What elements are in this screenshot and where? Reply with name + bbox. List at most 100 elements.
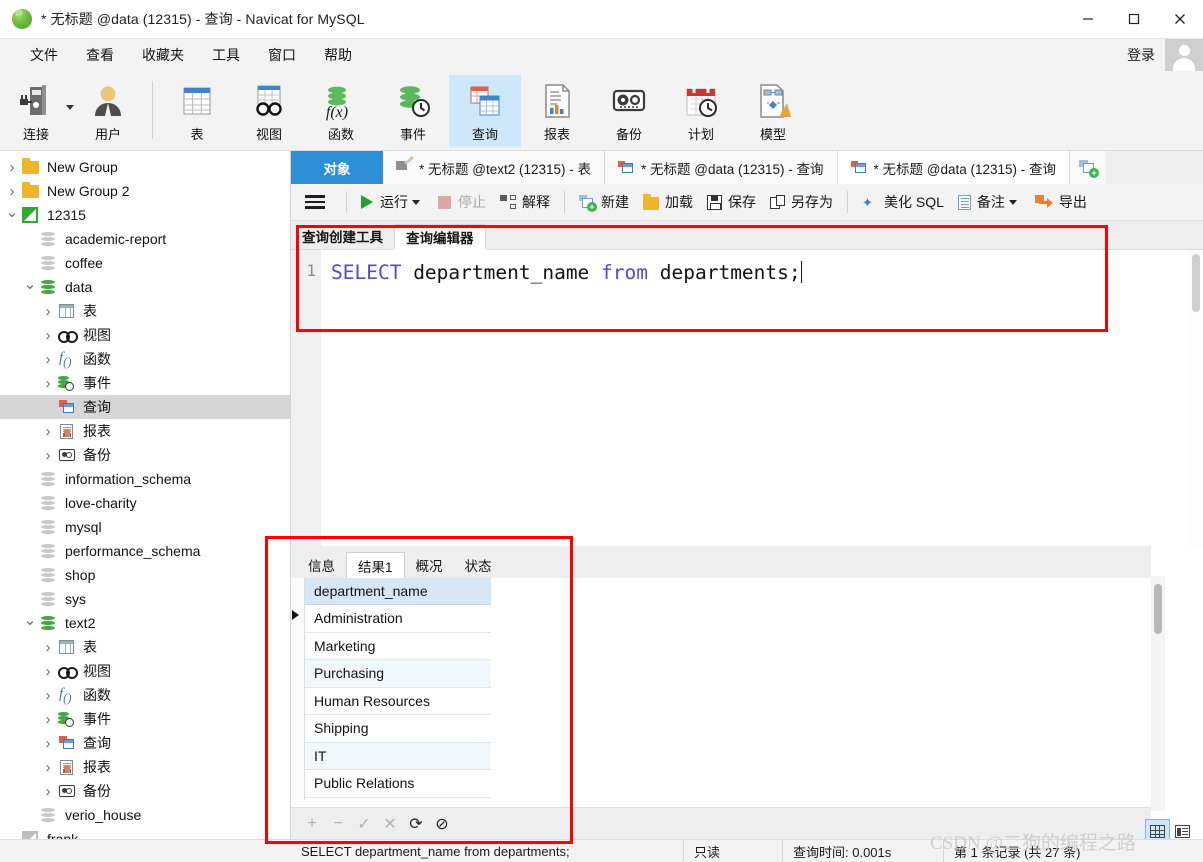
- menu-item-view[interactable]: 查看: [72, 42, 128, 68]
- tree-item[interactable]: New Group 2: [0, 179, 290, 203]
- result-grid[interactable]: department_name Administration Marketing P…: [291, 578, 1151, 800]
- explain-button[interactable]: 解释: [493, 187, 557, 217]
- tab-query-builder[interactable]: 查询创建工具: [291, 223, 394, 249]
- editor-menu-button[interactable]: [291, 187, 339, 217]
- maximize-icon[interactable]: [1111, 0, 1157, 39]
- tree-item[interactable]: 报表: [0, 419, 290, 443]
- tree-item[interactable]: 报表: [0, 755, 290, 779]
- chevron-right-icon[interactable]: [40, 352, 56, 367]
- tree-item[interactable]: 查询: [0, 731, 290, 755]
- toolbar-item-query[interactable]: 查询: [449, 75, 521, 147]
- tree-item[interactable]: New Group: [0, 155, 290, 179]
- table-row[interactable]: Purchasing: [305, 660, 491, 688]
- chevron-right-icon[interactable]: [40, 784, 56, 799]
- results-vertical-scrollbar[interactable]: [1151, 576, 1165, 811]
- chevron-right-icon[interactable]: [40, 376, 56, 391]
- chevron-down-icon[interactable]: [412, 199, 420, 205]
- tree-item[interactable]: data: [0, 275, 290, 299]
- minimize-icon[interactable]: [1065, 0, 1111, 39]
- save-as-button[interactable]: 另存为: [763, 187, 840, 217]
- chevron-right-icon[interactable]: [40, 760, 56, 775]
- chevron-right-icon[interactable]: [4, 160, 20, 175]
- export-button[interactable]: 导出: [1028, 187, 1094, 217]
- menu-item-help[interactable]: 帮助: [310, 42, 366, 68]
- chevron-right-icon[interactable]: [40, 640, 56, 655]
- sql-code-area[interactable]: 1 SELECT department_name from department…: [291, 250, 1203, 575]
- chevron-right-icon[interactable]: [40, 328, 56, 343]
- column-header-department-name[interactable]: department_name: [305, 578, 491, 605]
- login-button[interactable]: 登录: [1127, 45, 1155, 65]
- table-row[interactable]: Human Resources: [305, 687, 491, 715]
- chevron-down-icon[interactable]: [1008, 199, 1017, 205]
- tree-item[interactable]: shop: [0, 563, 290, 587]
- tree-item[interactable]: 表: [0, 299, 290, 323]
- tab-query-editor[interactable]: 查询编辑器: [394, 224, 486, 250]
- user-avatar-icon[interactable]: [1165, 39, 1203, 71]
- tree-item[interactable]: 备份: [0, 779, 290, 803]
- close-icon[interactable]: [1157, 0, 1203, 39]
- chevron-down-icon[interactable]: [22, 616, 38, 631]
- toolbar-item-report[interactable]: 报表: [521, 75, 593, 147]
- tab-status[interactable]: 状态: [454, 551, 503, 578]
- tab-objects[interactable]: 对象: [291, 151, 383, 184]
- object-tree-sidebar[interactable]: New Group New Group 2 12315 academic-report…: [0, 151, 291, 862]
- toolbar-item-model[interactable]: 模型: [737, 75, 809, 147]
- tree-item[interactable]: sys: [0, 587, 290, 611]
- load-button[interactable]: 加载: [636, 187, 700, 217]
- toolbar-item-event[interactable]: 事件: [377, 75, 449, 147]
- toolbar-item-view[interactable]: 视图: [233, 75, 305, 147]
- toolbar-item-table[interactable]: 表: [161, 75, 233, 147]
- chevron-right-icon[interactable]: [40, 304, 56, 319]
- note-button[interactable]: 备注: [951, 187, 1028, 217]
- chevron-down-icon[interactable]: [22, 280, 38, 295]
- beautify-sql-button[interactable]: ✦ 美化 SQL: [855, 187, 951, 217]
- chevron-down-icon[interactable]: [4, 208, 20, 223]
- tree-item[interactable]: academic-report: [0, 227, 290, 251]
- menu-item-file[interactable]: 文件: [16, 42, 72, 68]
- tree-item[interactable]: f() 函数: [0, 683, 290, 707]
- new-button[interactable]: + 新建: [572, 187, 636, 217]
- toolbar-item-schedule[interactable]: 计划: [665, 75, 737, 147]
- chevron-right-icon[interactable]: [40, 688, 56, 703]
- tree-item[interactable]: 表: [0, 635, 290, 659]
- chevron-right-icon[interactable]: [40, 424, 56, 439]
- menu-item-window[interactable]: 窗口: [254, 42, 310, 68]
- toolbar-item-connection[interactable]: 连接: [0, 75, 74, 147]
- tree-item[interactable]: verio_house: [0, 803, 290, 827]
- run-button[interactable]: 运行: [354, 187, 431, 217]
- tree-item[interactable]: coffee: [0, 251, 290, 275]
- table-row[interactable]: Shipping: [305, 715, 491, 743]
- tree-item[interactable]: performance_schema: [0, 539, 290, 563]
- tree-item[interactable]: 视图: [0, 323, 290, 347]
- toolbar-item-function[interactable]: f(x) 函数: [305, 75, 377, 147]
- tree-item[interactable]: 事件: [0, 371, 290, 395]
- new-query-tab-button[interactable]: +: [1070, 151, 1107, 184]
- tree-item[interactable]: 视图: [0, 659, 290, 683]
- tab-message[interactable]: 信息: [297, 551, 346, 578]
- table-row[interactable]: IT: [305, 742, 491, 770]
- tree-item[interactable]: 12315: [0, 203, 290, 227]
- tree-item[interactable]: text2: [0, 611, 290, 635]
- tab-query-2[interactable]: * 无标题 @data (12315) - 查询: [837, 151, 1071, 184]
- chevron-right-icon[interactable]: [40, 448, 56, 463]
- tree-item[interactable]: f() 函数: [0, 347, 290, 371]
- table-row[interactable]: Administration: [292, 605, 491, 633]
- tree-item[interactable]: 备份: [0, 443, 290, 467]
- menu-item-tools[interactable]: 工具: [198, 42, 254, 68]
- stop-load-icon[interactable]: ⊘: [429, 811, 455, 837]
- table-row[interactable]: Public Relations: [305, 770, 491, 798]
- chevron-right-icon[interactable]: [4, 184, 20, 199]
- tab-result-1[interactable]: 结果1: [346, 552, 405, 579]
- tree-item[interactable]: mysql: [0, 515, 290, 539]
- toolbar-item-backup[interactable]: 备份: [593, 75, 665, 147]
- tab-profile[interactable]: 概况: [405, 551, 454, 578]
- tab-table-designer[interactable]: * 无标题 @text2 (12315) - 表: [383, 151, 606, 184]
- chevron-right-icon[interactable]: [40, 736, 56, 751]
- table-row[interactable]: Marketing: [305, 632, 491, 660]
- tree-item[interactable]: love-charity: [0, 491, 290, 515]
- tree-item[interactable]: information_schema: [0, 467, 290, 491]
- toolbar-item-user[interactable]: 用户: [72, 75, 144, 147]
- editor-vertical-scrollbar[interactable]: [1189, 250, 1203, 575]
- save-button[interactable]: 保存: [700, 187, 763, 217]
- tree-item[interactable]: 事件: [0, 707, 290, 731]
